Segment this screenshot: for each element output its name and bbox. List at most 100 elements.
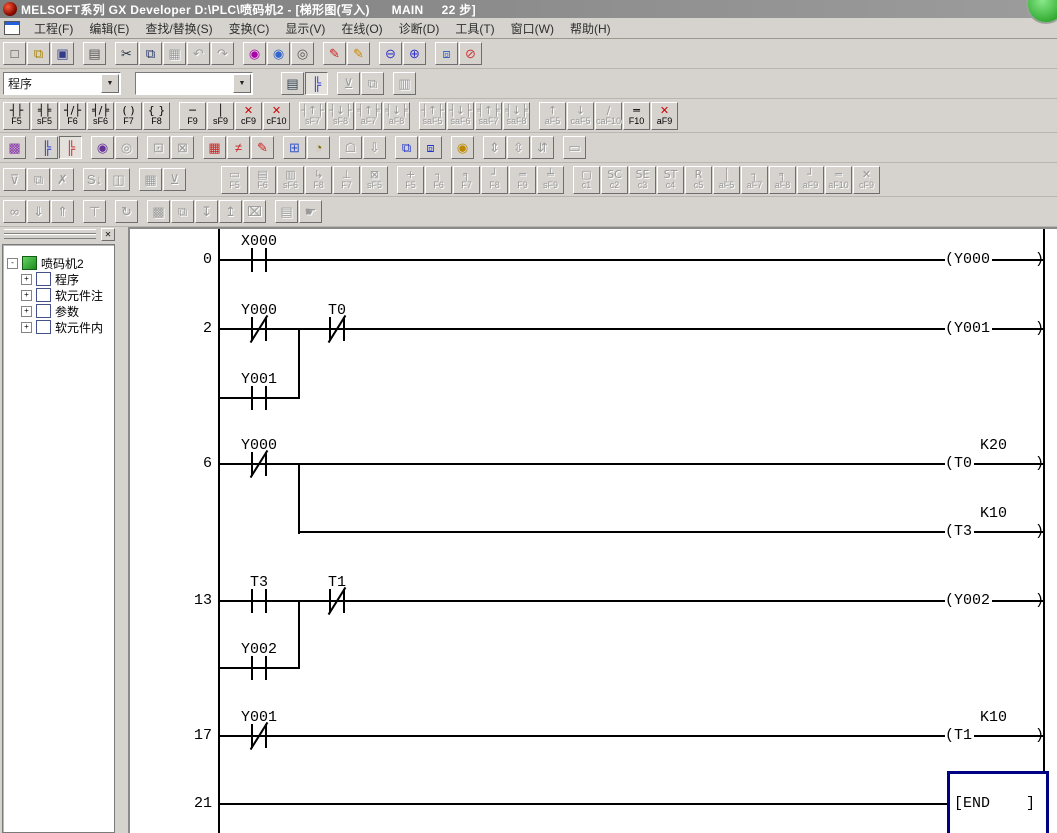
panel-grip[interactable] bbox=[4, 234, 96, 239]
statement-list-button[interactable]: ⧉ bbox=[171, 200, 194, 223]
open-contact-button[interactable]: ┤├F5 bbox=[3, 102, 30, 130]
tree-item-device-comment[interactable]: + 软元件注 bbox=[3, 287, 114, 303]
ladder-editor[interactable]: 0 X000 (Y000 ) 2 Y000 T0 Y001 (Y001 ) 6 … bbox=[128, 227, 1057, 833]
rising-pulse-branch-button[interactable]: ┤↑├saF5 bbox=[419, 102, 446, 130]
cut-button[interactable]: ✂ bbox=[115, 42, 138, 65]
find-device-button[interactable]: ◉ bbox=[243, 42, 266, 65]
delete-horizontal-line-button[interactable]: ✕cF9 bbox=[235, 102, 262, 130]
sfc-step-attribute-button[interactable]: ⊽ bbox=[3, 168, 26, 191]
project-data-edit-button[interactable]: ▤ bbox=[281, 72, 304, 95]
combo-dropdown-icon[interactable]: ▼ bbox=[233, 74, 251, 93]
monitor-condition-button[interactable]: ⊞ bbox=[283, 136, 306, 159]
stop-monitor-button[interactable]: ⊠ bbox=[171, 136, 194, 159]
redo-button[interactable]: ↷ bbox=[211, 42, 234, 65]
draw-line-button[interactable]: ═F10 bbox=[623, 102, 650, 130]
sfc-line-delete-button[interactable]: ✕cF9 bbox=[853, 166, 880, 194]
tree-item-device-memory[interactable]: + 软元件内 bbox=[3, 319, 114, 335]
sfc-block-display-button[interactable]: ▦ bbox=[139, 168, 162, 191]
vertical-line-button[interactable]: │sF9 bbox=[207, 102, 234, 130]
scan-time-button[interactable]: ◔ bbox=[307, 136, 330, 159]
mdi-child-window-icon[interactable] bbox=[4, 21, 20, 35]
horizontal-line-button[interactable]: ─F9 bbox=[179, 102, 206, 130]
find-next-up-button[interactable]: ⇑ bbox=[51, 200, 74, 223]
comment-display-button[interactable]: ▩ bbox=[3, 136, 26, 159]
sfc-block-step-button[interactable]: ▤F6 bbox=[249, 166, 276, 194]
find-next-down-button[interactable]: ⇓ bbox=[27, 200, 50, 223]
menu-project[interactable]: 工程(F) bbox=[26, 18, 81, 39]
comment-check-button[interactable]: ⊘ bbox=[459, 42, 482, 65]
zoom-in-button[interactable]: ⊕ bbox=[403, 42, 426, 65]
closed-contact[interactable] bbox=[328, 589, 346, 613]
menu-view[interactable]: 显示(V) bbox=[277, 18, 333, 39]
statement-delete-button[interactable]: ⌧ bbox=[243, 200, 266, 223]
declaration-edit-button[interactable]: ↻ bbox=[115, 200, 138, 223]
closed-contact-button[interactable]: ┤/├F6 bbox=[59, 102, 86, 130]
sfc-error-button[interactable]: ✗ bbox=[51, 168, 74, 191]
write-mode-button[interactable]: ╠ bbox=[59, 136, 82, 159]
data-name-combobox[interactable]: ▼ bbox=[135, 72, 253, 95]
macro-registration-button[interactable]: ▤ bbox=[275, 200, 298, 223]
find-replace-button[interactable]: ◉ bbox=[267, 42, 290, 65]
menu-online[interactable]: 在线(O) bbox=[333, 18, 390, 39]
test-step-down-button[interactable]: ⇵ bbox=[531, 136, 554, 159]
macro-button[interactable]: ▥ bbox=[393, 72, 416, 95]
falling-pulse-branch-button[interactable]: ┤↓├saF6 bbox=[447, 102, 474, 130]
sfc-se-attribute-button[interactable]: SEc3 bbox=[629, 166, 656, 194]
falling-pulse-closed-button[interactable]: ╡↓╞aF8 bbox=[383, 102, 410, 130]
closed-contact-branch-button[interactable]: ╡/╞sF6 bbox=[87, 102, 114, 130]
statement-insert-button[interactable]: ↧ bbox=[195, 200, 218, 223]
open-contact[interactable] bbox=[250, 386, 268, 410]
zoom-source-window-button[interactable]: ⧉ bbox=[395, 136, 418, 159]
menu-diagnostics[interactable]: 诊断(D) bbox=[391, 18, 448, 39]
undo-button[interactable]: ↶ bbox=[187, 42, 210, 65]
device-test-button[interactable]: ▦ bbox=[203, 136, 226, 159]
open-contact[interactable] bbox=[250, 248, 268, 272]
sfc-divergence-line-button[interactable]: ┐aF7 bbox=[741, 166, 768, 194]
sfc-simultaneous-line-button[interactable]: ╕aF8 bbox=[769, 166, 796, 194]
expand-icon[interactable]: + bbox=[21, 306, 32, 317]
sfc-simultaneous-convergence-button[interactable]: ═F9 bbox=[509, 166, 536, 194]
sfc-end-step-button[interactable]: ⊥F7 bbox=[333, 166, 360, 194]
sfc-vertical-line-button[interactable]: ╧sF9 bbox=[537, 166, 564, 194]
find-contact-coil-button[interactable]: ∞ bbox=[3, 200, 26, 223]
closed-contact[interactable] bbox=[250, 724, 268, 748]
combo-dropdown-icon[interactable]: ▼ bbox=[101, 74, 119, 93]
menu-find-replace[interactable]: 查找/替换(S) bbox=[137, 18, 220, 39]
sfc-macro-step-button[interactable]: ▥sF6 bbox=[277, 166, 304, 194]
online-change-button[interactable]: ☖ bbox=[339, 136, 362, 159]
monitor-mode-button[interactable]: ◉ bbox=[91, 136, 114, 159]
sfc-selection-divergence-button[interactable]: ┐F6 bbox=[425, 166, 452, 194]
monitor-screen-button[interactable]: ▭ bbox=[563, 136, 586, 159]
closed-contact[interactable] bbox=[250, 317, 268, 341]
label-program-button[interactable]: ⊻ bbox=[337, 72, 360, 95]
open-contact-branch-button[interactable]: ╡╞sF5 bbox=[31, 102, 58, 130]
sfc-no-attribute-button[interactable]: ▢c1 bbox=[573, 166, 600, 194]
find-string-button[interactable]: ◎ bbox=[291, 42, 314, 65]
timer-coil[interactable]: (T0 bbox=[945, 456, 974, 472]
monitor-write-mode-button[interactable]: ◎ bbox=[115, 136, 138, 159]
sfc-simultaneous-divergence-button[interactable]: ╕F7 bbox=[453, 166, 480, 194]
print-button[interactable]: ▤ bbox=[83, 42, 106, 65]
open-contact[interactable] bbox=[250, 656, 268, 680]
sfc-dummy-step-button[interactable]: ⊠sF5 bbox=[361, 166, 388, 194]
sfc-jump-button[interactable]: ↳F8 bbox=[305, 166, 332, 194]
zoom-out-button[interactable]: ⊖ bbox=[379, 42, 402, 65]
menu-help[interactable]: 帮助(H) bbox=[562, 18, 619, 39]
invert-operation-button[interactable]: ∕caF10 bbox=[595, 102, 622, 130]
timer-coil[interactable]: (T3 bbox=[945, 524, 974, 540]
sfc-selection-convergence-button[interactable]: ┘F8 bbox=[481, 166, 508, 194]
sfc-block-list-button[interactable]: ⧉ bbox=[27, 168, 50, 191]
menu-tools[interactable]: 工具(T) bbox=[447, 18, 502, 39]
menu-window[interactable]: 窗口(W) bbox=[503, 18, 562, 39]
buffer-memory-monitor-button[interactable]: ✎ bbox=[251, 136, 274, 159]
project-data-list-button[interactable]: ⧈ bbox=[435, 42, 458, 65]
comment-search-button[interactable]: ◉ bbox=[451, 136, 474, 159]
delete-line-button[interactable]: ✕aF9 bbox=[651, 102, 678, 130]
sfc-step-button[interactable]: ▭F5 bbox=[221, 166, 248, 194]
paste-button[interactable]: ▦ bbox=[163, 42, 186, 65]
sfc-convergence-line-button[interactable]: ┘aF9 bbox=[797, 166, 824, 194]
tree-item-parameter[interactable]: + 参数 bbox=[3, 303, 114, 319]
expand-icon[interactable]: + bbox=[21, 322, 32, 333]
menu-convert[interactable]: 变换(C) bbox=[221, 18, 278, 39]
sfc-vertical-segment-button[interactable]: │aF5 bbox=[713, 166, 740, 194]
